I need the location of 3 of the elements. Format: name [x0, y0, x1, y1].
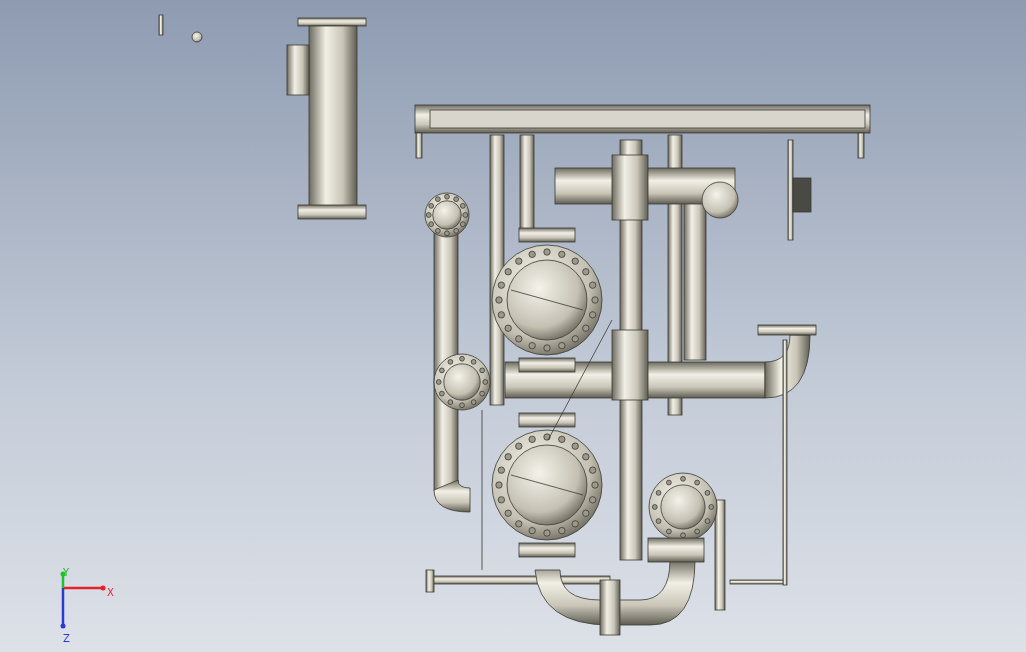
- axis-label: Y: [63, 567, 70, 578]
- axis-label: Z: [63, 633, 70, 644]
- axis-label: X: [107, 587, 114, 598]
